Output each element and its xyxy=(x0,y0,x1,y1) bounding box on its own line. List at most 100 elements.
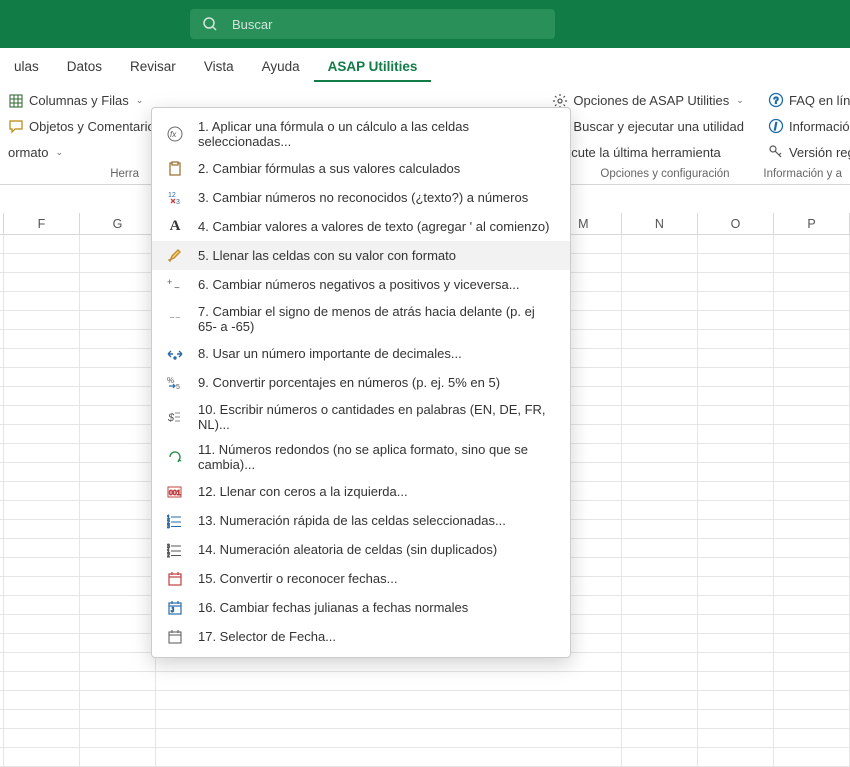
cell[interactable] xyxy=(774,425,850,443)
cell[interactable] xyxy=(774,615,850,633)
cell[interactable] xyxy=(80,577,156,595)
cell[interactable] xyxy=(774,710,850,728)
cell[interactable] xyxy=(698,444,774,462)
cell[interactable] xyxy=(698,596,774,614)
cell[interactable] xyxy=(774,463,850,481)
tab-revisar[interactable]: Revisar xyxy=(116,53,190,82)
cell[interactable] xyxy=(4,596,80,614)
cell[interactable] xyxy=(622,311,698,329)
cell[interactable] xyxy=(546,672,622,690)
cell[interactable] xyxy=(698,425,774,443)
cell[interactable] xyxy=(80,558,156,576)
cell[interactable] xyxy=(622,558,698,576)
cell[interactable] xyxy=(4,254,80,272)
cell[interactable] xyxy=(774,444,850,462)
cell[interactable] xyxy=(4,691,80,709)
col-head-g[interactable]: G xyxy=(80,213,156,234)
cell[interactable] xyxy=(4,349,80,367)
col-head-p[interactable]: P xyxy=(774,213,850,234)
cell[interactable] xyxy=(80,748,156,766)
cell[interactable] xyxy=(622,653,698,671)
cell[interactable] xyxy=(774,387,850,405)
cell[interactable] xyxy=(80,634,156,652)
cell[interactable] xyxy=(698,482,774,500)
menu-convertir-fechas[interactable]: 15. Convertir o reconocer fechas... xyxy=(152,564,570,593)
cell[interactable] xyxy=(622,292,698,310)
cell[interactable] xyxy=(622,691,698,709)
cell[interactable] xyxy=(622,748,698,766)
cell[interactable] xyxy=(80,653,156,671)
cell[interactable] xyxy=(774,482,850,500)
cell[interactable] xyxy=(546,710,622,728)
menu-cambiar-numeros-no-reconocidos[interactable]: 1233. Cambiar números no reconocidos (¿t… xyxy=(152,183,570,212)
cell[interactable] xyxy=(4,444,80,462)
cell[interactable] xyxy=(80,710,156,728)
cell[interactable] xyxy=(546,691,622,709)
cell[interactable] xyxy=(774,349,850,367)
cell[interactable] xyxy=(698,463,774,481)
menu-numeracion-rapida[interactable]: 12313. Numeración rápida de las celdas s… xyxy=(152,506,570,535)
cell[interactable] xyxy=(698,634,774,652)
tab-vista[interactable]: Vista xyxy=(190,53,248,82)
cell[interactable] xyxy=(622,596,698,614)
cell[interactable] xyxy=(4,292,80,310)
cell[interactable] xyxy=(80,311,156,329)
col-head-o[interactable]: O xyxy=(698,213,774,234)
menu-negativos-positivos[interactable]: +−6. Cambiar números negativos a positiv… xyxy=(152,270,570,299)
cell[interactable] xyxy=(622,368,698,386)
cell[interactable] xyxy=(774,273,850,291)
cell[interactable] xyxy=(80,292,156,310)
cell[interactable] xyxy=(774,368,850,386)
cell[interactable] xyxy=(698,653,774,671)
grid-row[interactable] xyxy=(0,710,850,729)
cell[interactable] xyxy=(698,292,774,310)
cell[interactable] xyxy=(622,349,698,367)
cell[interactable] xyxy=(546,748,622,766)
cell[interactable] xyxy=(4,634,80,652)
cell[interactable] xyxy=(4,748,80,766)
cell[interactable] xyxy=(4,520,80,538)
menu-cambiar-formulas[interactable]: 2. Cambiar fórmulas a sus valores calcul… xyxy=(152,154,570,183)
cell[interactable] xyxy=(774,311,850,329)
cell[interactable] xyxy=(156,729,546,747)
version-button[interactable]: Versión reg xyxy=(760,140,850,164)
cell[interactable] xyxy=(4,539,80,557)
menu-selector-fecha[interactable]: 17. Selector de Fecha... xyxy=(152,622,570,651)
cell[interactable] xyxy=(698,349,774,367)
col-head-n[interactable]: N xyxy=(622,213,698,234)
cell[interactable] xyxy=(698,615,774,633)
cell[interactable] xyxy=(774,691,850,709)
cell[interactable] xyxy=(4,311,80,329)
cell[interactable] xyxy=(698,254,774,272)
cell[interactable] xyxy=(774,748,850,766)
cell[interactable] xyxy=(546,729,622,747)
cell[interactable] xyxy=(80,615,156,633)
cell[interactable] xyxy=(80,444,156,462)
cell[interactable] xyxy=(4,653,80,671)
cell[interactable] xyxy=(698,672,774,690)
cell[interactable] xyxy=(622,482,698,500)
menu-aplicar-formula[interactable]: fx1. Aplicar una fórmula o un cálculo a … xyxy=(152,114,570,154)
cell[interactable] xyxy=(774,501,850,519)
cell[interactable] xyxy=(698,311,774,329)
cell[interactable] xyxy=(80,596,156,614)
tab-ayuda[interactable]: Ayuda xyxy=(248,53,314,82)
cell[interactable] xyxy=(4,463,80,481)
grid-row[interactable] xyxy=(0,748,850,767)
cell[interactable] xyxy=(774,672,850,690)
cell[interactable] xyxy=(698,729,774,747)
menu-ceros-izquierda[interactable]: 00112. Llenar con ceros a la izquierda..… xyxy=(152,477,570,506)
cell[interactable] xyxy=(4,558,80,576)
cell[interactable] xyxy=(698,710,774,728)
cell[interactable] xyxy=(80,254,156,272)
cell[interactable] xyxy=(4,387,80,405)
tab-datos[interactable]: Datos xyxy=(53,53,116,82)
cell[interactable] xyxy=(698,577,774,595)
cell[interactable] xyxy=(698,539,774,557)
cell[interactable] xyxy=(698,387,774,405)
cell[interactable] xyxy=(80,729,156,747)
cell[interactable] xyxy=(622,273,698,291)
col-head-f[interactable]: F xyxy=(4,213,80,234)
cell[interactable] xyxy=(622,330,698,348)
cell[interactable] xyxy=(4,577,80,595)
